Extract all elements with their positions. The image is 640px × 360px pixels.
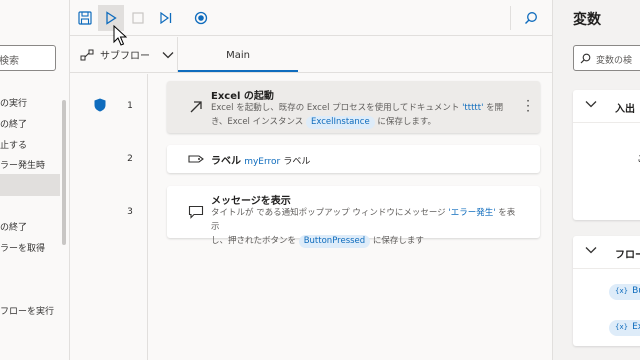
variable-pill[interactable]: {x}Bu [609,284,640,300]
active-tab-indicator [178,70,298,72]
step-title: ラベル myError ラベル [211,156,311,167]
variable-chip[interactable]: ButtonPressed [298,235,371,248]
input-output-variables-section: 入出 こ [573,90,640,220]
stop-icon[interactable] [125,5,151,31]
step-icon[interactable] [153,5,179,31]
variable-chip[interactable]: ExcelInstance [306,116,375,129]
subflow-label: サブフロー [100,51,150,62]
shield-icon [94,98,106,112]
subflow-dropdown[interactable]: サブフロー [80,47,174,62]
chevron-down-icon [585,101,597,108]
flow-designer: サブフロー Main 1 2 3 Excel の起動 Excel を起動し、既存… [70,0,552,360]
step-card-show-message[interactable]: メッセージを表示 タイトルが である通知ポップアップ ウィンドウにメッセージ '… [167,186,540,248]
flow-variables-section: フロー {x}Bu {x}Ex [573,236,640,346]
action-item[interactable]: フローを実行 [0,304,54,317]
step-title: Excel の起動 [211,91,274,102]
actions-search-input[interactable]: 検索 [0,45,56,71]
variables-panel: 変数 変数の検 入出 こ フロー {x}Bu {x}Ex [552,0,640,360]
record-icon[interactable] [188,5,214,31]
variables-search-input[interactable]: 変数の検 [573,45,640,71]
step-description: Excel を起動し、既存の Excel プロセスを使用してドキュメント 'tt… [211,103,504,129]
action-item[interactable]: の終了 [0,117,27,130]
action-item[interactable]: の実行 [0,96,27,109]
save-icon[interactable] [72,5,98,31]
tab-main[interactable]: Main [178,37,298,73]
action-item[interactable]: の終了 [0,220,27,233]
chevron-down-icon [585,247,597,254]
variables-title: 変数 [573,12,601,28]
subflow-icon [80,49,94,60]
action-item[interactable]: ラー発生時 [0,158,45,171]
variable-pill[interactable]: {x}Ex [609,320,640,336]
action-item[interactable]: ラーを取得 [0,241,45,254]
toolbar [70,0,552,36]
action-item[interactable]: 止する [0,138,27,151]
step-title: メッセージを表示 [211,196,291,207]
line-number: 2 [127,154,133,164]
more-options-icon[interactable]: · · · [526,95,530,117]
label-tag-icon [187,150,205,168]
toolbar-divider [510,6,511,30]
search-icon[interactable] [518,5,544,31]
section-label: 入出 [615,104,635,115]
chevron-down-icon [162,51,174,58]
flow-tabs: サブフロー Main [70,37,552,73]
action-item-selected[interactable] [0,174,60,196]
launch-arrow-icon [187,98,205,116]
section-header[interactable]: フロー [573,236,640,268]
step-card-excel-launch[interactable]: Excel の起動 Excel を起動し、既存の Excel プロセスを使用して… [167,81,540,133]
line-number: 3 [127,207,133,217]
scrollbar[interactable] [62,100,66,245]
section-label: フロー [615,250,640,261]
step-description: タイトルが である通知ポップアップ ウィンドウにメッセージ 'エラー発生' を表… [211,208,516,248]
search-icon [580,53,591,64]
line-gutter: 1 2 3 [70,74,148,360]
line-number: 1 [127,101,133,111]
actions-panel: 検索 の実行 の終了 止する ラー発生時 の終了 ラーを取得 フローを実行 [0,0,70,360]
section-header[interactable]: 入出 [573,90,640,122]
step-card-label[interactable]: ラベル myError ラベル [167,145,540,173]
message-bubble-icon [187,203,205,221]
